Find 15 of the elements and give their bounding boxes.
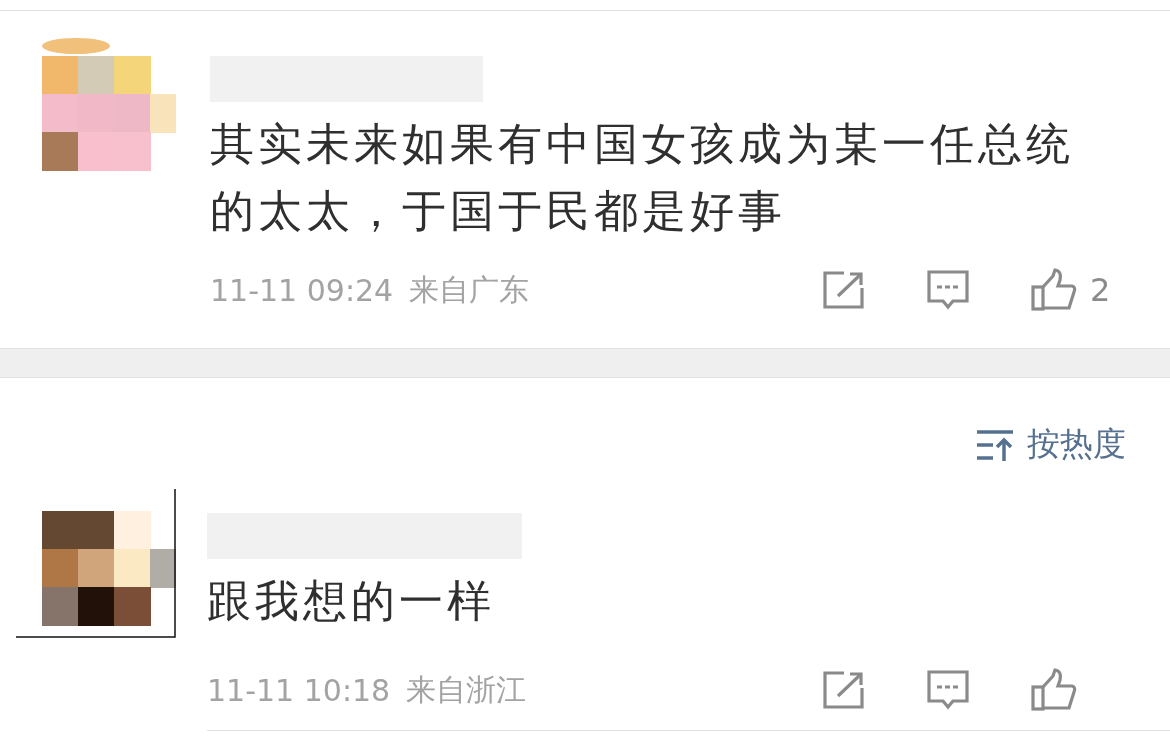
comment-icon[interactable] bbox=[926, 669, 970, 711]
share-icon[interactable] bbox=[822, 270, 866, 310]
like-count: 2 bbox=[1090, 271, 1111, 309]
sort-button[interactable]: 按热度 bbox=[975, 422, 1126, 467]
comment-text: 跟我想的一样 bbox=[207, 574, 496, 628]
comment-text: 其实未来如果有中国女孩成为某一任总统的太太，于国于民都是好事 bbox=[210, 117, 1075, 238]
comment-location: 来自广东 bbox=[409, 270, 530, 309]
comment-time: 11-11 09:24 bbox=[210, 272, 394, 308]
thumbs-up-icon[interactable] bbox=[1030, 268, 1078, 312]
comment-time: 11-11 10:18 bbox=[207, 672, 391, 708]
sort-icon bbox=[975, 427, 1015, 462]
comment-location: 来自浙江 bbox=[406, 670, 527, 709]
thumbs-up-icon[interactable] bbox=[1030, 668, 1078, 712]
comment-icon[interactable] bbox=[926, 269, 970, 311]
share-icon[interactable] bbox=[822, 670, 866, 710]
